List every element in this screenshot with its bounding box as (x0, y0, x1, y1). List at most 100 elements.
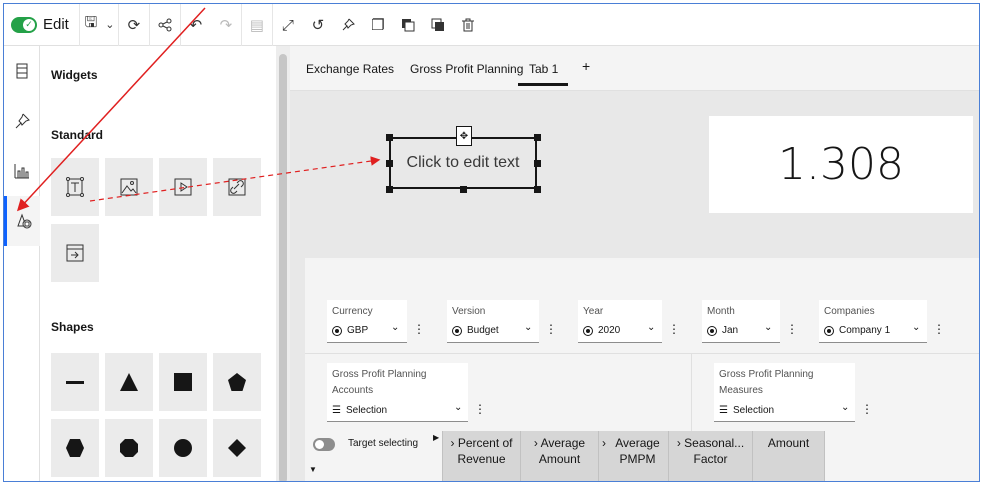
web-page-widget-icon (228, 178, 246, 196)
measures-filter[interactable]: Gross Profit Planning Measures ☰ Selectio… (714, 363, 855, 422)
panel-title: Widgets (51, 68, 98, 82)
tab-exchange-rates[interactable]: Exchange Rates (306, 62, 394, 76)
shapes-section-title: Shapes (51, 320, 94, 334)
save-icon[interactable]: 🖫 (80, 4, 102, 46)
diamond-shape-tile[interactable] (213, 419, 261, 477)
overflow-menu-icon[interactable]: ⋮ (545, 322, 557, 336)
resize-handle[interactable] (534, 186, 541, 193)
accounts-filter[interactable]: Gross Profit Planning Accounts ☰ Selectio… (327, 363, 468, 422)
chevron-down-icon[interactable]: ⌄ (647, 322, 655, 333)
scroll-thumb[interactable] (279, 54, 287, 481)
sync-icon[interactable]: ⟳ (119, 4, 149, 46)
hexagon-shape (66, 439, 84, 457)
version-value-wrap: Budget (452, 325, 499, 336)
undo-icon[interactable]: ↶ (181, 4, 211, 46)
currency-value-wrap: GBP (332, 325, 368, 336)
add-tab-button[interactable]: + (582, 58, 590, 74)
widgets-icon[interactable] (4, 196, 40, 246)
chevron-down-icon[interactable]: ⌄ (102, 4, 118, 46)
column-header[interactable]: › Seasonal... Factor (669, 431, 753, 481)
pin-icon[interactable] (4, 96, 40, 146)
pentagon-shape (228, 373, 246, 391)
redo-icon[interactable]: ↷ (211, 4, 241, 46)
copy-icon[interactable] (393, 4, 423, 46)
member-icon (452, 325, 462, 336)
currency-value: GBP (347, 325, 369, 336)
chevron-down-icon[interactable]: ⌄ (391, 322, 399, 333)
text-widget-tile[interactable] (51, 158, 99, 216)
pin-icon[interactable] (333, 4, 363, 46)
share-icon[interactable] (150, 4, 180, 46)
companies-filter[interactable]: Companies Company 1 ⌄ (819, 300, 927, 343)
chevron-down-icon[interactable]: ⌄ (764, 322, 772, 333)
hexagon-shape-tile[interactable] (51, 419, 99, 477)
resize-handle[interactable] (386, 160, 393, 167)
web-page-widget-tile[interactable] (213, 158, 261, 216)
chevron-down-icon[interactable]: ⌄ (454, 402, 462, 413)
companies-value-wrap: Company 1 (824, 325, 890, 336)
overflow-menu-icon[interactable]: ⋮ (933, 322, 945, 336)
circle-shape-tile[interactable] (159, 419, 207, 477)
month-value: Jan (722, 325, 739, 336)
accounts-value: Selection (345, 405, 388, 416)
text-widget-icon (66, 177, 84, 197)
refresh-icon[interactable]: ↺ (303, 4, 333, 46)
column-header-line1: › Seasonal... (676, 436, 745, 450)
year-filter[interactable]: Year 2020 ⌄ (578, 300, 662, 343)
field-underline (447, 342, 539, 343)
resize-handle[interactable] (386, 134, 393, 141)
member-icon (707, 325, 717, 336)
chevron-right-icon[interactable]: › (602, 435, 606, 451)
fullscreen-icon[interactable]: ⤢ (273, 4, 303, 46)
accounts-value-wrap: ☰ Selection (332, 405, 387, 416)
month-filter[interactable]: Month Jan ⌄ (702, 300, 780, 343)
currency-filter[interactable]: Currency GBP ⌄ (327, 300, 407, 343)
panel-scrollbar[interactable] (276, 46, 290, 481)
version-filter[interactable]: Version Budget ⌄ (447, 300, 539, 343)
pages-icon[interactable] (4, 46, 40, 96)
paste-icon[interactable] (423, 4, 453, 46)
move-icon[interactable]: ✥ (456, 126, 472, 146)
tab-gross-profit-planning[interactable]: Gross Profit Planning (410, 62, 523, 76)
active-tab-indicator (518, 83, 568, 86)
edit-toggle[interactable]: ✓ (11, 16, 37, 33)
pentagon-shape-tile[interactable] (213, 353, 261, 411)
caret-right-icon[interactable]: ▶ (433, 433, 439, 442)
trash-icon[interactable] (453, 4, 483, 46)
triangle-shape-tile[interactable] (105, 353, 153, 411)
column-header[interactable]: › Percent of Revenue (443, 431, 521, 481)
octagon-shape (120, 439, 138, 457)
copy-doc-icon[interactable]: ▤ (242, 4, 272, 46)
overflow-menu-icon[interactable]: ⋮ (786, 322, 798, 336)
chevron-down-icon[interactable]: ⌄ (912, 322, 920, 333)
target-selecting-toggle[interactable] (313, 438, 335, 451)
octagon-shape-tile[interactable] (105, 419, 153, 477)
year-value: 2020 (598, 325, 621, 336)
month-value-wrap: Jan (707, 325, 738, 336)
square-shape-tile[interactable] (159, 353, 207, 411)
column-header[interactable]: Amount (753, 431, 825, 481)
navigation-widget-tile[interactable] (51, 224, 99, 282)
resize-handle[interactable] (386, 186, 393, 193)
duplicate-icon[interactable]: ❐ (363, 4, 393, 46)
overflow-menu-icon[interactable]: ⋮ (474, 402, 486, 416)
text-widget-placeholder[interactable]: Click to edit text (407, 154, 520, 172)
image-widget-tile[interactable] (105, 158, 153, 216)
chevron-down-icon[interactable]: ⌄ (841, 402, 849, 413)
overflow-menu-icon[interactable]: ⋮ (668, 322, 680, 336)
line-shape-tile[interactable] (51, 353, 99, 411)
tab-1[interactable]: Tab 1 (529, 62, 558, 76)
column-header[interactable]: › Average PMPM (599, 431, 669, 481)
chevron-down-icon[interactable]: ⌄ (524, 322, 532, 333)
measures-value-wrap: ☰ Selection (719, 405, 774, 416)
media-widget-tile[interactable] (159, 158, 207, 216)
column-header[interactable]: › Average Amount (521, 431, 599, 481)
resize-handle[interactable] (534, 160, 541, 167)
kpi-widget[interactable]: 1.308 (709, 116, 973, 213)
overflow-menu-icon[interactable]: ⋮ (861, 402, 873, 416)
overflow-menu-icon[interactable]: ⋮ (413, 322, 425, 336)
resize-handle[interactable] (534, 134, 541, 141)
caret-down-icon[interactable]: ▼ (309, 465, 317, 474)
chart-icon[interactable] (4, 146, 40, 196)
resize-handle[interactable] (460, 186, 467, 193)
